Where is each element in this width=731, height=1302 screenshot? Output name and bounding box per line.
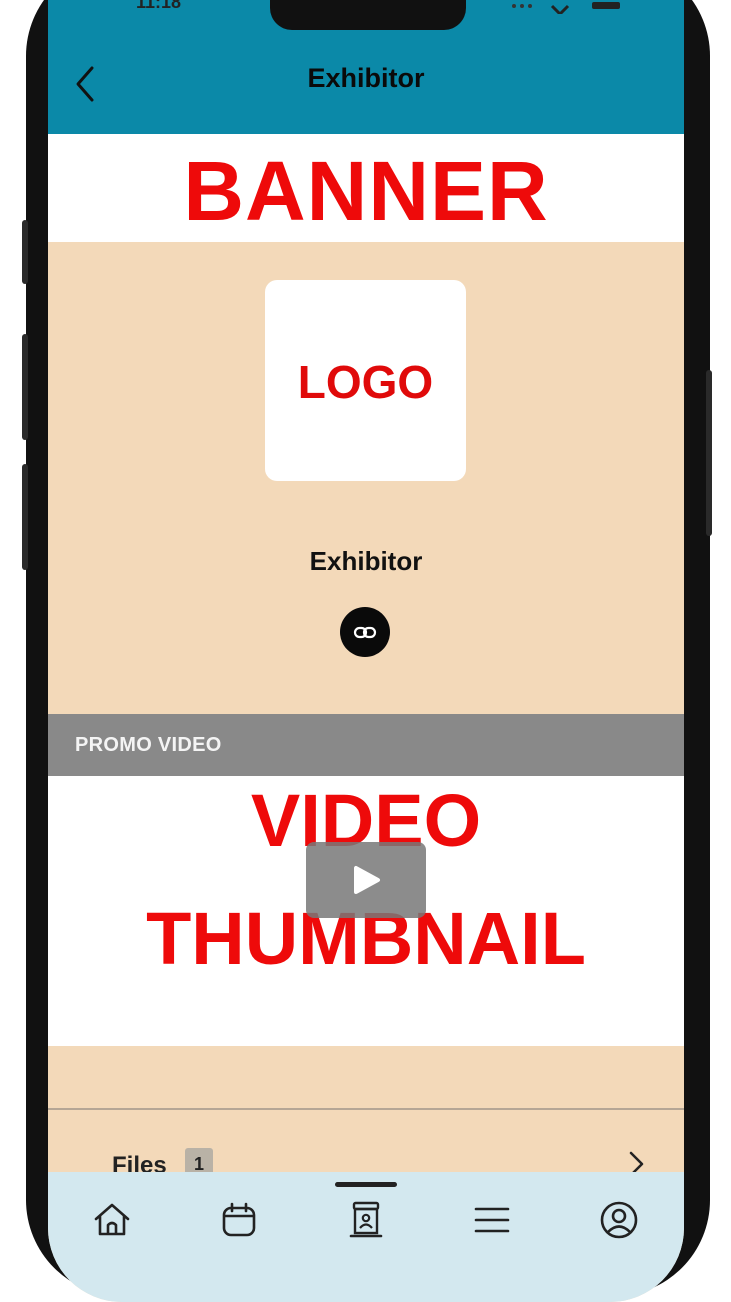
promo-video-section-header: PROMO VIDEO (48, 714, 684, 776)
phone-power-button (706, 370, 712, 536)
website-link-button[interactable] (340, 607, 390, 657)
play-button[interactable] (306, 842, 426, 918)
banner-placeholder-text: BANNER (183, 144, 549, 238)
logo-placeholder-text: LOGO (297, 356, 434, 408)
exhibitor-logo: LOGO (265, 280, 466, 481)
section-label: PROMO VIDEO (75, 734, 222, 756)
menu-icon (474, 1207, 510, 1233)
page-title: Exhibitor (307, 63, 425, 93)
promo-video-thumbnail[interactable]: VIDEO THUMBNAIL (48, 776, 684, 1046)
exhibitor-name: Exhibitor (309, 546, 423, 576)
tab-schedule[interactable] (217, 1198, 261, 1242)
tab-home[interactable] (90, 1198, 134, 1242)
phone-notch (270, 0, 466, 30)
active-tab-indicator (335, 1182, 397, 1187)
phone-silent-switch (22, 220, 28, 284)
status-indicators (504, 0, 624, 14)
calendar-icon (222, 1202, 256, 1237)
phone-volume-up (22, 334, 28, 440)
phone-volume-down (22, 464, 28, 570)
app-screen: 11:18 Exhibitor BANNER LOGO Exhibitor PR… (48, 0, 684, 1302)
tab-exhibitors[interactable] (344, 1198, 388, 1242)
tab-menu[interactable] (470, 1198, 514, 1242)
status-time: 11:18 (136, 0, 182, 12)
section-divider (48, 1108, 684, 1110)
home-icon (94, 1203, 130, 1236)
tab-profile[interactable] (597, 1198, 641, 1242)
link-icon (353, 626, 377, 639)
play-icon (354, 866, 380, 894)
bottom-tab-bar (48, 1172, 684, 1302)
exhibitor-booth-icon (349, 1201, 383, 1238)
exhibitor-banner: BANNER (48, 134, 684, 242)
profile-icon (600, 1201, 638, 1239)
